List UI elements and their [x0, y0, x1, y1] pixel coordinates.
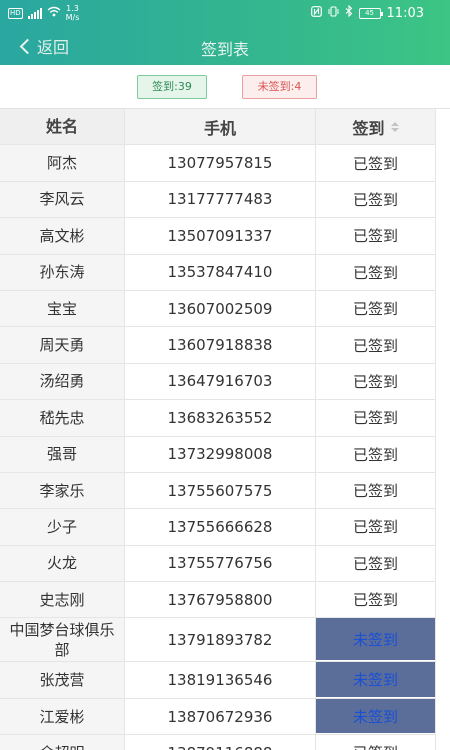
- nav-bar: 返回 签到表: [0, 28, 450, 65]
- signin-status: 已签到: [316, 472, 436, 509]
- table-row[interactable]: 宝宝 13607002509 已签到: [0, 290, 436, 328]
- signin-status: 已签到: [316, 545, 436, 582]
- table-row[interactable]: 李风云 13177777483 已签到: [0, 181, 436, 219]
- table-row[interactable]: 孙东涛 13537847410 已签到: [0, 254, 436, 291]
- signin-table: 姓名 手机 签到 阿杰 13077957815 已签到 李风云 13177777483 已…: [0, 109, 436, 750]
- nfc-icon: [310, 5, 322, 21]
- network-speed: 1.3 M/s: [66, 4, 80, 22]
- member-name: 宝宝: [0, 290, 125, 327]
- member-name: 李家乐: [0, 472, 125, 509]
- member-name: 中国梦台球俱乐部: [0, 618, 125, 662]
- signin-status: 已签到: [316, 400, 436, 436]
- signin-status: 已签到: [316, 509, 436, 545]
- signin-status: 已签到: [316, 582, 436, 618]
- header-name: 姓名: [0, 109, 125, 145]
- table-row[interactable]: 李家乐 13755607575 已签到: [0, 472, 436, 510]
- member-name: 强哥: [0, 436, 125, 472]
- table-body: 阿杰 13077957815 已签到 李风云 13177777483 已签到 高文彬 1350…: [0, 145, 436, 750]
- member-name: 张茂营: [0, 662, 125, 698]
- member-phone: 13507091337: [125, 218, 316, 254]
- member-name: 嵇先忠: [0, 400, 125, 436]
- member-name: 孙东涛: [0, 254, 125, 290]
- member-phone: 13732998008: [125, 436, 316, 472]
- member-name: 火龙: [0, 545, 125, 582]
- table-row[interactable]: 汤绍勇 13647916703 已签到: [0, 363, 436, 401]
- signin-status: 已签到: [316, 436, 436, 472]
- signin-status: 已签到: [316, 145, 436, 181]
- table-row[interactable]: 张茂营 13819136546 未签到: [0, 662, 436, 699]
- sort-icon[interactable]: [390, 121, 399, 132]
- table-row[interactable]: 高文彬 13507091337 已签到: [0, 218, 436, 255]
- table-row[interactable]: 嵇先忠 13683263552 已签到: [0, 400, 436, 437]
- member-name: 少子: [0, 509, 125, 545]
- member-name: 高文彬: [0, 218, 125, 254]
- signin-status: 未签到: [316, 662, 436, 698]
- member-name: 李风云: [0, 181, 125, 218]
- signin-status: 已签到: [316, 290, 436, 327]
- member-name: 史志刚: [0, 582, 125, 618]
- header-phone: 手机: [125, 109, 316, 145]
- member-name: 余超明: [0, 735, 125, 750]
- member-phone: 13791893782: [125, 618, 316, 662]
- member-name: 周天勇: [0, 327, 125, 363]
- member-phone: 13755607575: [125, 472, 316, 509]
- bluetooth-icon: [345, 4, 353, 21]
- table-header: 姓名 手机 签到: [0, 109, 436, 146]
- vibrate-icon: [328, 5, 339, 21]
- table-row[interactable]: 周天勇 13607918838 已签到: [0, 327, 436, 364]
- member-phone: 13177777483: [125, 181, 316, 218]
- member-phone: 13870672936: [125, 698, 316, 735]
- signin-status: 未签到: [316, 618, 436, 662]
- signin-status: 已签到: [316, 181, 436, 218]
- member-phone: 13607002509: [125, 290, 316, 327]
- signal-icon: [27, 7, 42, 19]
- clock: 11:03: [386, 5, 424, 21]
- member-phone: 13767958800: [125, 582, 316, 618]
- member-name: 汤绍勇: [0, 363, 125, 400]
- signin-status: 未签到: [316, 698, 436, 735]
- table-row[interactable]: 江爱彬 13870672936 未签到: [0, 698, 436, 736]
- member-phone: 13683263552: [125, 400, 316, 436]
- wifi-icon: [47, 6, 61, 21]
- signin-summary: 签到:39 未签到:4: [0, 65, 450, 109]
- table-row[interactable]: 中国梦台球俱乐部 13791893782 未签到: [0, 618, 436, 663]
- table-row[interactable]: 火龙 13755776756 已签到: [0, 545, 436, 583]
- member-phone: 13755666628: [125, 509, 316, 545]
- member-phone: 13607918838: [125, 327, 316, 363]
- member-name: 阿杰: [0, 145, 125, 181]
- app-header: HD 1.3 M/s 45 11:03 返回 签到表: [0, 0, 450, 65]
- table-row[interactable]: 阿杰 13077957815 已签到: [0, 145, 436, 182]
- member-phone: 13647916703: [125, 363, 316, 400]
- unsigned-count-badge[interactable]: 未签到:4: [242, 75, 317, 99]
- signin-status: 已签到: [316, 218, 436, 254]
- header-status[interactable]: 签到: [316, 109, 436, 145]
- signed-count-badge[interactable]: 签到:39: [137, 75, 207, 99]
- table-row[interactable]: 少子 13755666628 已签到: [0, 509, 436, 546]
- member-name: 江爱彬: [0, 698, 125, 735]
- speed-value: 1.3: [66, 4, 79, 13]
- signin-status: 已签到: [316, 363, 436, 400]
- status-bar: HD 1.3 M/s 45 11:03: [0, 0, 450, 28]
- signin-status: 已签到: [316, 327, 436, 363]
- member-phone: 13537847410: [125, 254, 316, 290]
- header-status-label: 签到: [352, 118, 385, 138]
- hd-icon: HD: [8, 7, 23, 19]
- speed-unit: M/s: [65, 13, 80, 22]
- table-row[interactable]: 强哥 13732998008 已签到: [0, 436, 436, 473]
- table-row[interactable]: 余超明13879116888已签到: [0, 735, 436, 750]
- member-phone: 13819136546: [125, 662, 316, 698]
- signin-status: 已签到: [316, 254, 436, 290]
- table-row[interactable]: 史志刚 13767958800 已签到: [0, 582, 436, 619]
- page-title: 签到表: [200, 40, 249, 59]
- member-phone: 13755776756: [125, 545, 316, 582]
- member-phone: 13077957815: [125, 145, 316, 181]
- battery-icon: 45: [358, 7, 383, 19]
- signin-status: 已签到: [316, 735, 436, 750]
- member-phone: 13879116888: [125, 735, 316, 750]
